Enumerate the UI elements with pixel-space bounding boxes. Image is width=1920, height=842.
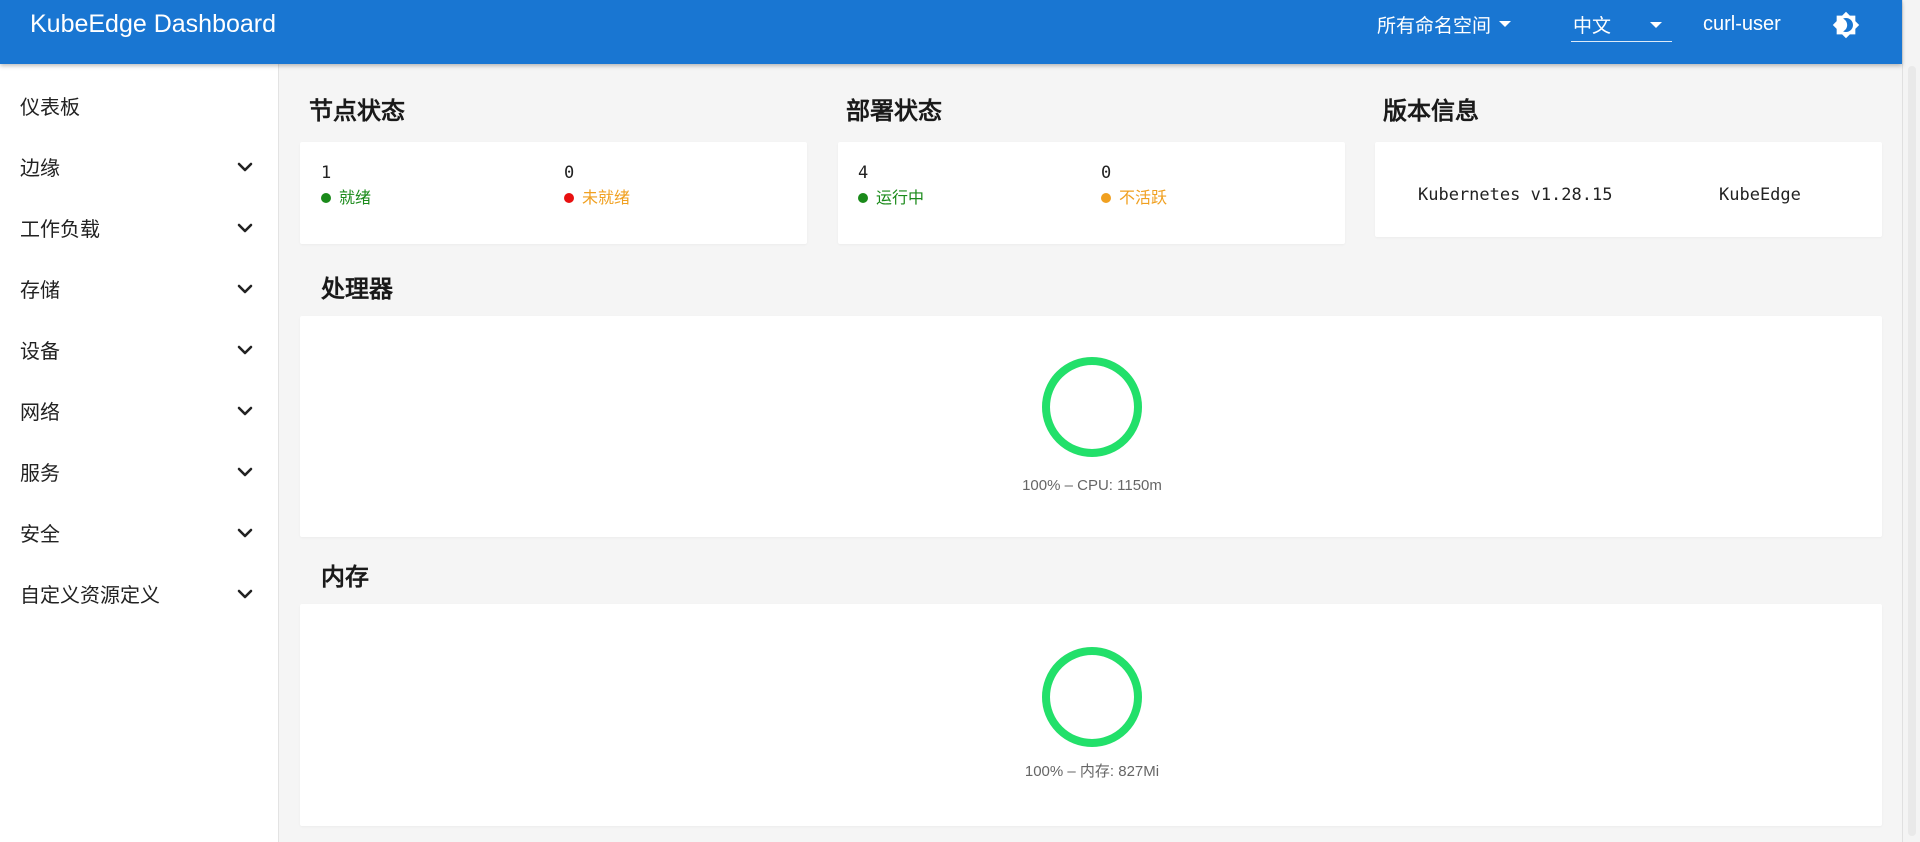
memory-title: 内存 — [321, 563, 369, 591]
brightness-icon — [1832, 11, 1860, 39]
version-info-card: Kubernetes v1.28.15 KubeEdge — [1375, 142, 1882, 237]
node-not-ready-stat: 0 未就绪 — [564, 162, 630, 208]
sidebar-item-label: 边缘 — [20, 156, 60, 180]
sidebar-item-edge[interactable]: 边缘 — [0, 137, 279, 198]
deployment-status-card: 4 运行中 0 不活跃 — [838, 142, 1345, 244]
sidebar-item-crd[interactable]: 自定义资源定义 — [0, 564, 279, 625]
deployment-running-label: 运行中 — [876, 188, 925, 207]
sidebar-item-security[interactable]: 安全 — [0, 503, 279, 564]
page-scrollbar-thumb[interactable] — [1908, 66, 1916, 836]
deployment-running-count: 4 — [858, 163, 869, 183]
chevron-down-icon — [237, 223, 253, 233]
caret-down-icon — [1650, 22, 1662, 28]
theme-toggle-button[interactable] — [1832, 11, 1860, 39]
language-select-value: 中文 — [1573, 15, 1612, 37]
top-app-bar: KubeEdge Dashboard 所有命名空间 中文 curl-user — [0, 0, 1902, 64]
namespace-select[interactable]: 所有命名空间 — [1377, 10, 1512, 38]
cpu-title: 处理器 — [321, 275, 393, 303]
memory-usage-caption: 100% – 内存: 827Mi — [1024, 763, 1160, 780]
node-ready-label: 就绪 — [339, 188, 372, 207]
status-dot-inactive — [1101, 193, 1111, 203]
sidebar-item-label: 工作负载 — [20, 217, 100, 241]
node-status-title: 节点状态 — [309, 97, 405, 125]
deployment-inactive-stat: 0 不活跃 — [1101, 162, 1167, 208]
dashboard-page: KubeEdge Dashboard 所有命名空间 中文 curl-user 仪… — [0, 0, 1920, 842]
memory-usage-ring — [1042, 647, 1142, 747]
chevron-down-icon — [237, 589, 253, 599]
sidebar-item-devices[interactable]: 设备 — [0, 320, 279, 381]
namespace-select-value: 所有命名空间 — [1377, 14, 1492, 37]
sidebar-item-dashboard[interactable]: 仪表板 — [0, 76, 279, 137]
sidebar-item-label: 仪表板 — [20, 95, 80, 119]
memory-usage-arc — [1042, 647, 1142, 747]
deployment-inactive-label: 不活跃 — [1119, 188, 1168, 207]
sidebar-item-network[interactable]: 网络 — [0, 381, 279, 442]
chevron-down-icon — [237, 162, 253, 172]
chevron-down-icon — [237, 284, 253, 294]
sidebar-item-label: 存储 — [20, 278, 60, 302]
cpu-usage-ring — [1042, 357, 1142, 457]
cpu-usage-caption: 100% – CPU: 1150m — [1022, 477, 1162, 494]
cpu-card: 100% – CPU: 1150m — [300, 316, 1882, 537]
sidebar-item-label: 网络 — [20, 400, 60, 424]
deployment-inactive-count: 0 — [1101, 163, 1112, 183]
node-not-ready-label: 未就绪 — [582, 188, 631, 207]
chevron-down-icon — [237, 345, 253, 355]
chevron-down-icon — [237, 528, 253, 538]
kubeedge-version: KubeEdge — [1719, 185, 1801, 205]
sidebar-item-label: 自定义资源定义 — [20, 583, 160, 607]
node-not-ready-count: 0 — [564, 163, 575, 183]
main-content: 节点状态 1 就绪 0 未就绪 部署状态 4 运行中 0 不活跃 版本信息 Ku… — [279, 64, 1902, 842]
memory-card: 100% – 内存: 827Mi — [300, 604, 1882, 826]
sidebar-item-label: 设备 — [20, 339, 60, 363]
sidebar-item-label: 服务 — [20, 461, 60, 485]
sidebar-item-services[interactable]: 服务 — [0, 442, 279, 503]
status-dot-not-ready — [564, 193, 574, 203]
cpu-usage-arc — [1042, 357, 1142, 457]
node-status-card: 1 就绪 0 未就绪 — [300, 142, 807, 244]
deployment-running-stat: 4 运行中 — [858, 162, 924, 208]
user-name[interactable]: curl-user — [1703, 10, 1781, 38]
status-dot-running — [858, 193, 868, 203]
node-ready-stat: 1 就绪 — [321, 162, 371, 208]
language-select[interactable]: 中文 — [1571, 6, 1672, 42]
caret-down-icon — [1499, 21, 1512, 27]
deployment-status-title: 部署状态 — [846, 97, 942, 125]
sidebar-item-label: 安全 — [20, 522, 60, 546]
status-dot-ready — [321, 193, 331, 203]
sidebar: 仪表板 边缘 工作负载 存储 设备 网络 服务 安全 自定义资源定义 — [0, 64, 279, 842]
chevron-down-icon — [237, 406, 253, 416]
sidebar-item-workloads[interactable]: 工作负载 — [0, 198, 279, 259]
page-scrollbar[interactable] — [1902, 0, 1920, 842]
chevron-down-icon — [237, 467, 253, 477]
kubernetes-version: Kubernetes v1.28.15 — [1418, 185, 1613, 205]
version-info-title: 版本信息 — [1383, 97, 1479, 125]
sidebar-item-storage[interactable]: 存储 — [0, 259, 279, 320]
node-ready-count: 1 — [321, 163, 332, 183]
app-title[interactable]: KubeEdge Dashboard — [30, 10, 276, 38]
